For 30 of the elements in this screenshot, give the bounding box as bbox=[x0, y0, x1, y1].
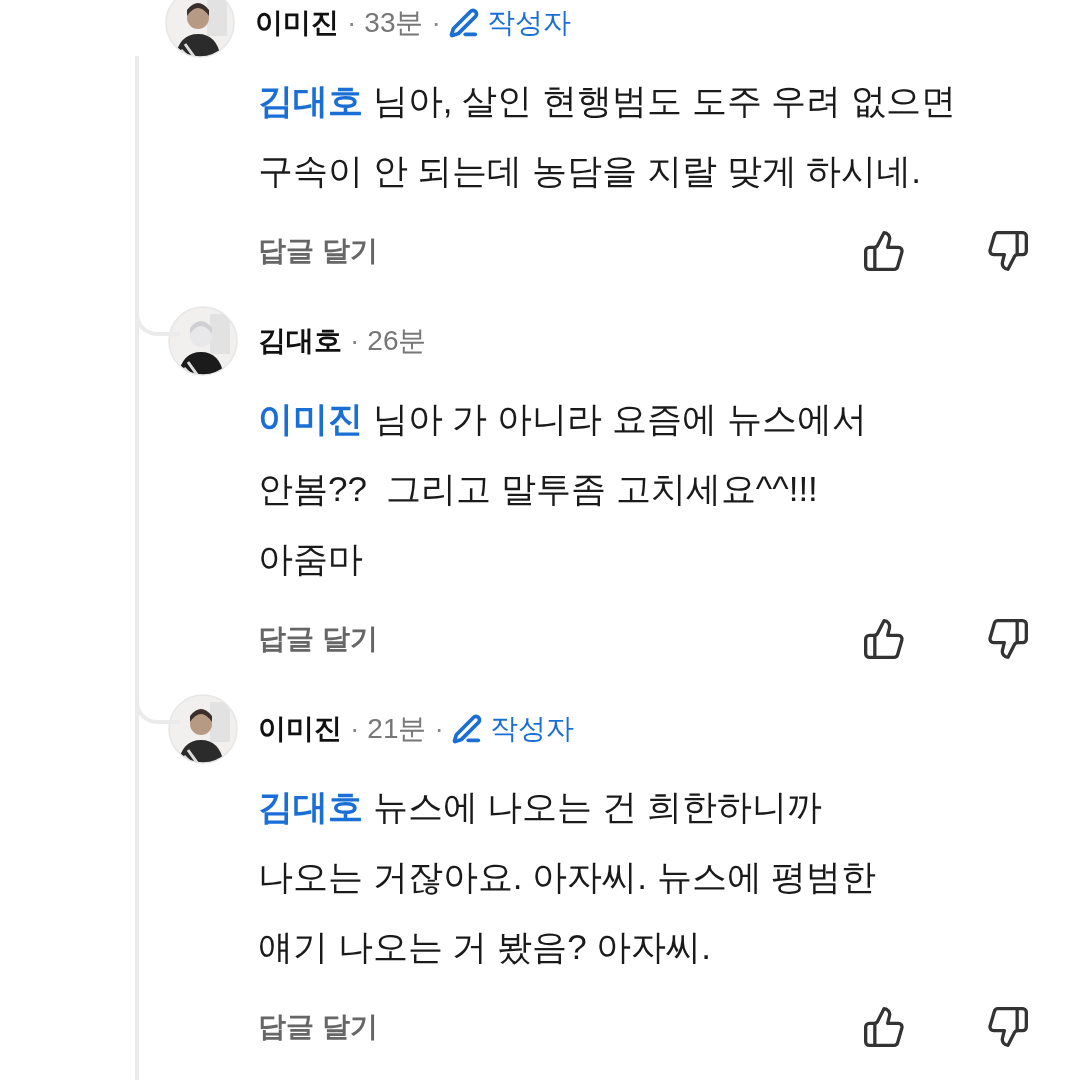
mention-link[interactable]: 김대호 bbox=[258, 787, 363, 826]
mention-link[interactable]: 김대호 bbox=[258, 81, 363, 120]
author-name[interactable]: 이미진 bbox=[255, 9, 339, 37]
thumbs-down-icon[interactable] bbox=[986, 229, 1030, 273]
comment-time: 21분 bbox=[367, 715, 427, 743]
author-name[interactable]: 김대호 bbox=[258, 327, 342, 355]
author-label: 작성자 bbox=[489, 715, 574, 743]
reply-button[interactable]: 답글 달기 bbox=[258, 230, 378, 272]
author-label: 작성자 bbox=[486, 9, 571, 37]
comment-text: 이미진 님아 가 아니라 요즘에 뉴스에서 안봄?? 그리고 말투좀 고치세요^^!!! 아줌마 bbox=[258, 398, 868, 580]
reply-button[interactable]: 답글 달기 bbox=[258, 618, 378, 660]
comment-time: 33분 bbox=[364, 9, 424, 37]
separator: · bbox=[350, 715, 360, 743]
author-name[interactable]: 이미진 bbox=[258, 715, 342, 743]
comment-time: 26분 bbox=[367, 327, 427, 355]
comment-text: 김대호 뉴스에 나오는 건 희한하니까 나오는 거잖아요. 아자씨. 뉴스에 평범한 얘기 나오는 거 봤음? 아자씨. bbox=[258, 786, 878, 968]
separator: · bbox=[350, 327, 360, 355]
reply-button[interactable]: 답글 달기 bbox=[258, 1006, 378, 1048]
thumbs-down-icon[interactable] bbox=[986, 617, 1030, 661]
thumbs-down-icon[interactable] bbox=[986, 1005, 1030, 1049]
mention-link[interactable]: 이미진 bbox=[258, 399, 363, 438]
pencil-icon bbox=[451, 714, 482, 744]
thumbs-up-icon[interactable] bbox=[862, 1005, 906, 1049]
thumbs-up-icon[interactable] bbox=[862, 229, 906, 273]
separator: · bbox=[431, 9, 441, 37]
separator: · bbox=[347, 9, 357, 37]
thumbs-up-icon[interactable] bbox=[862, 617, 906, 661]
pencil-icon bbox=[448, 8, 479, 38]
separator: · bbox=[434, 715, 444, 743]
comment-text: 김대호 님아, 살인 현행범도 도주 우려 없으면 구속이 안 되는데 농담을 지랄 맞게 하시네. bbox=[258, 80, 958, 192]
